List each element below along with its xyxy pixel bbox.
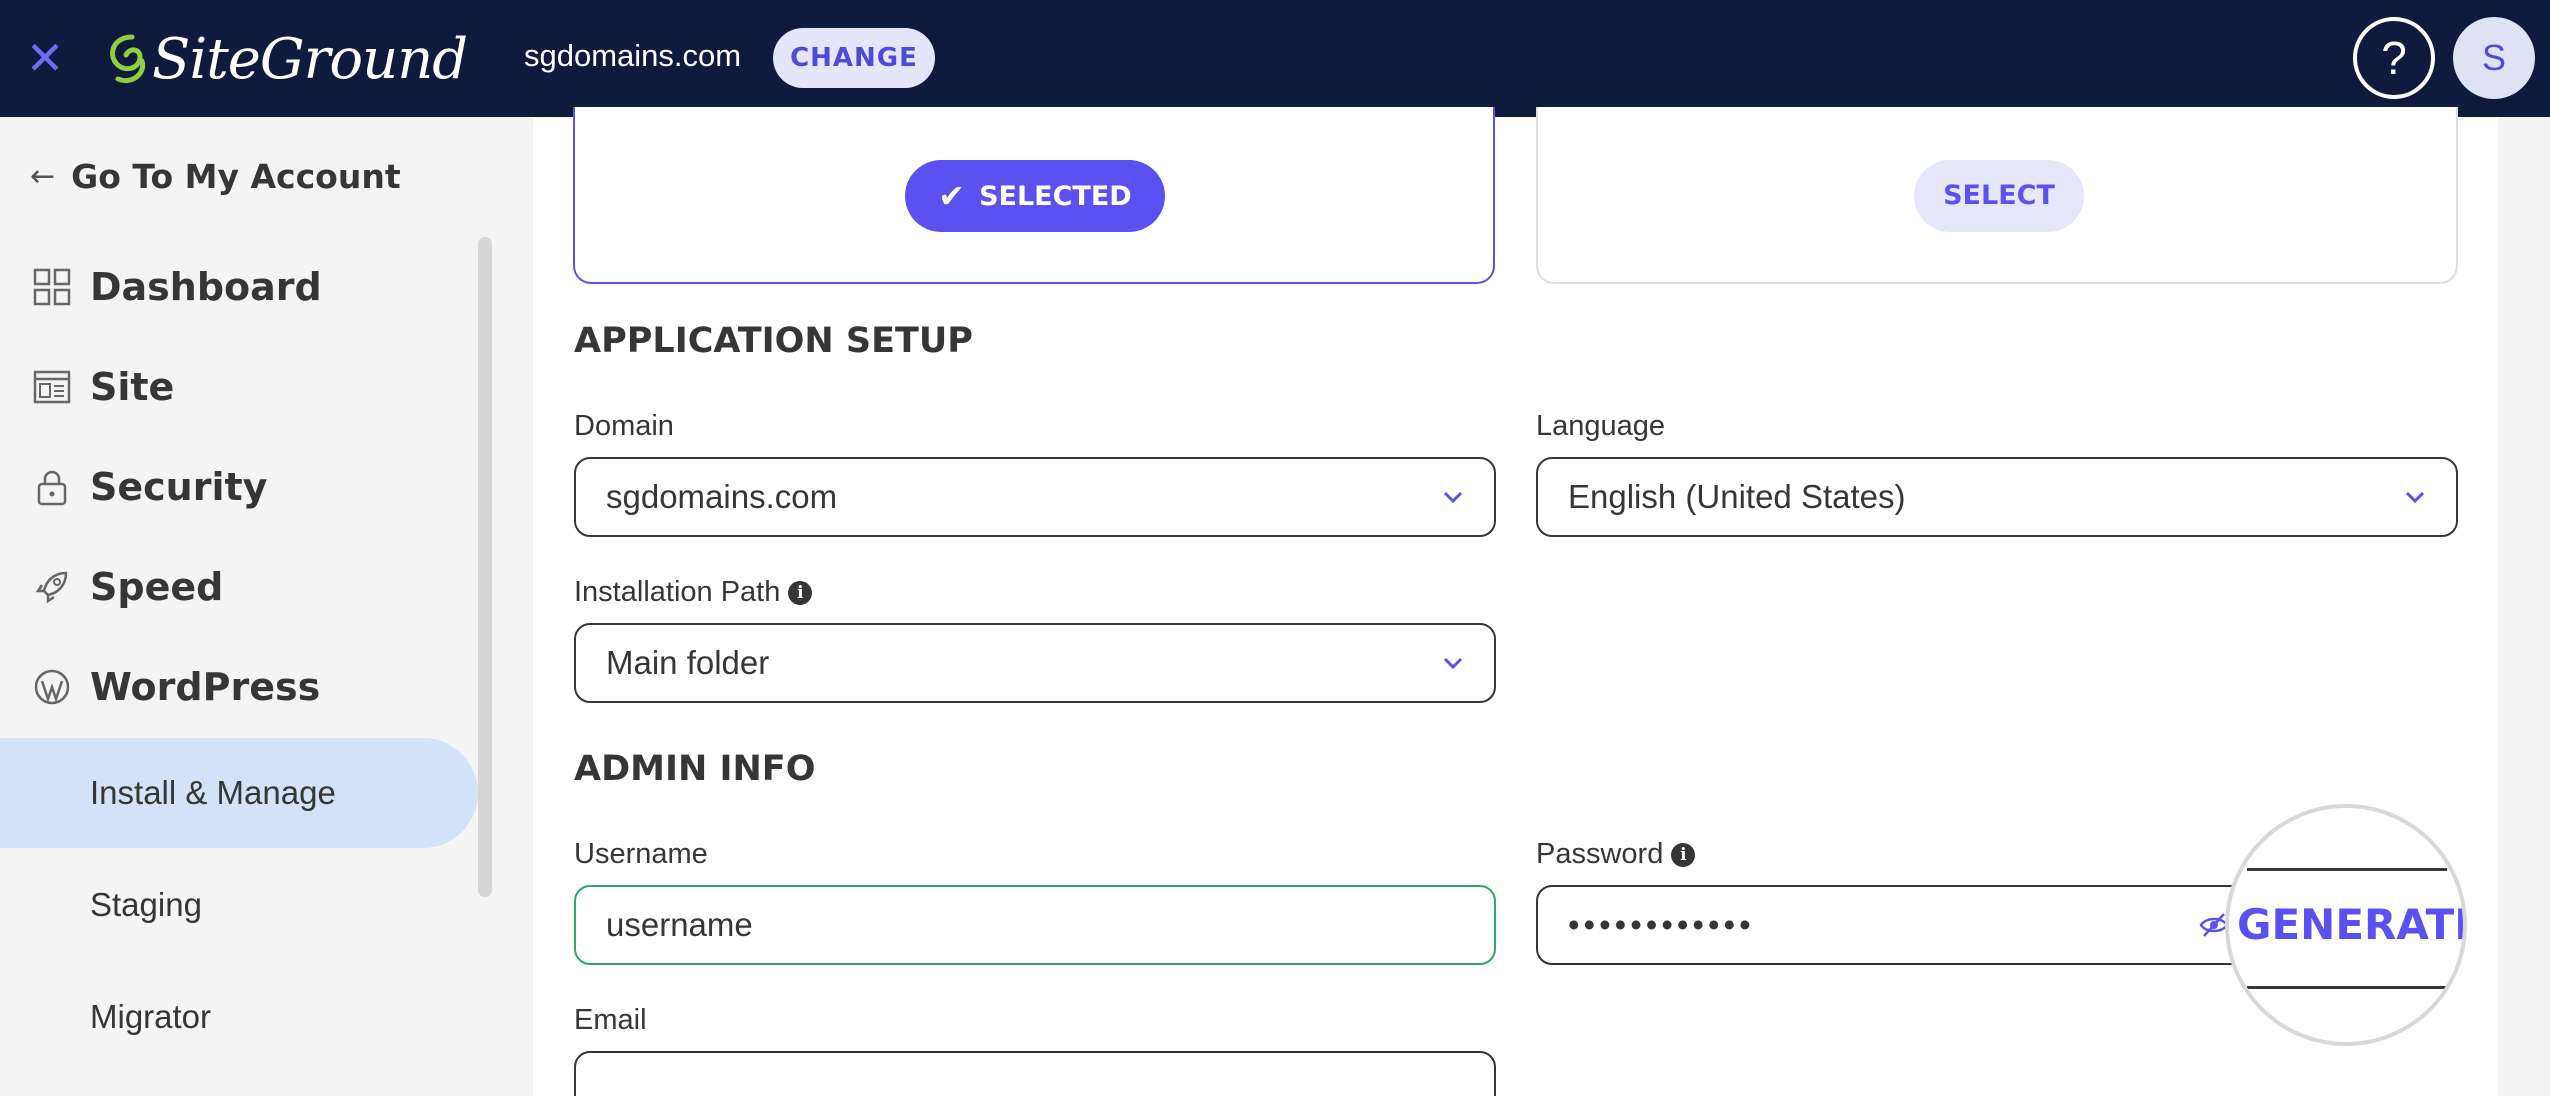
password-value: •••••••••••• bbox=[1568, 906, 1755, 943]
installation-path-value: Main folder bbox=[606, 644, 770, 681]
language-select[interactable]: English (United States) bbox=[1536, 457, 2458, 537]
username-input[interactable]: username bbox=[574, 885, 1496, 965]
sidebar-scrollbar[interactable] bbox=[478, 237, 492, 897]
sidebar-item-label: Site bbox=[90, 365, 175, 409]
sidebar-item-wordpress[interactable]: WordPress bbox=[32, 665, 320, 709]
help-button[interactable]: ? bbox=[2353, 17, 2435, 99]
option-card[interactable]: SELECT bbox=[1536, 107, 2458, 284]
sidebar-item-site[interactable]: Site bbox=[32, 365, 174, 409]
generate-password-button[interactable]: GENERATE bbox=[2237, 900, 2463, 949]
back-link-label: Go To My Account bbox=[71, 157, 401, 196]
selected-button[interactable]: ✔ SELECTED bbox=[905, 160, 1165, 232]
arrow-left-icon: ← bbox=[30, 159, 56, 194]
language-label-text: Language bbox=[1536, 410, 1666, 442]
username-value: username bbox=[606, 906, 753, 943]
installation-path-label-text: Installation Path bbox=[574, 576, 781, 608]
domain-label: Domain bbox=[574, 410, 674, 443]
sidebar-item-label: Dashboard bbox=[90, 265, 322, 309]
username-label: Username bbox=[574, 838, 708, 871]
close-icon[interactable]: ✕ bbox=[22, 30, 68, 86]
chevron-down-icon bbox=[1443, 657, 1463, 670]
domain-select[interactable]: sgdomains.com bbox=[574, 457, 1496, 537]
email-input[interactable] bbox=[574, 1051, 1496, 1096]
username-label-text: Username bbox=[574, 838, 708, 870]
chevron-down-icon bbox=[1443, 491, 1463, 504]
admin-info-title: ADMIN INFO bbox=[574, 749, 816, 789]
generate-highlight: GENERATE bbox=[2225, 804, 2467, 1046]
site-icon bbox=[33, 370, 71, 404]
checkmark-icon: ✔ bbox=[938, 177, 966, 215]
password-label: Password i bbox=[1536, 838, 1696, 871]
go-to-account-link[interactable]: ← Go To My Account bbox=[30, 157, 401, 196]
domain-label-text: Domain bbox=[574, 410, 674, 442]
logo-mark-icon bbox=[110, 34, 146, 83]
domain-select-value: sgdomains.com bbox=[606, 478, 838, 515]
selected-label: SELECTED bbox=[979, 180, 1132, 212]
sidebar-item-dashboard[interactable]: Dashboard bbox=[32, 265, 322, 309]
sidebar-subitem-staging[interactable]: Staging bbox=[0, 850, 478, 960]
input-border-line bbox=[2247, 868, 2447, 871]
application-setup-title: APPLICATION SETUP bbox=[574, 321, 973, 361]
rocket-icon bbox=[35, 571, 68, 604]
sidebar-item-label: WordPress bbox=[90, 665, 321, 709]
password-input[interactable]: •••••••••••• bbox=[1536, 885, 2256, 965]
sidebar-item-label: Security bbox=[90, 465, 268, 509]
email-label-text: Email bbox=[574, 1004, 647, 1036]
avatar[interactable]: S bbox=[2453, 17, 2535, 99]
installation-path-label: Installation Path i bbox=[574, 576, 813, 609]
installation-path-select[interactable]: Main folder bbox=[574, 623, 1496, 703]
language-select-value: English (United States) bbox=[1568, 478, 1906, 515]
top-bar: ✕ SiteGround sgdomains.com CHANGE ? S bbox=[0, 0, 2550, 117]
sidebar-item-speed[interactable]: Speed bbox=[32, 565, 223, 609]
change-domain-button[interactable]: CHANGE bbox=[773, 28, 935, 88]
email-label: Email bbox=[574, 1004, 647, 1037]
info-icon[interactable]: i bbox=[788, 580, 813, 605]
sidebar-subitem-install-manage[interactable]: Install & Manage bbox=[0, 738, 478, 848]
sidebar-item-security[interactable]: Security bbox=[32, 465, 267, 509]
lock-icon bbox=[37, 470, 67, 506]
sidebar-subitem-migrator[interactable]: Migrator bbox=[0, 962, 478, 1072]
input-border-line bbox=[2247, 986, 2447, 989]
wordpress-icon bbox=[34, 669, 70, 705]
chevron-down-icon bbox=[2405, 491, 2425, 504]
language-label: Language bbox=[1536, 410, 1665, 443]
info-icon[interactable]: i bbox=[1671, 842, 1696, 867]
sidebar: ← Go To My Account Dashboard Site Securi… bbox=[0, 117, 496, 1096]
select-button[interactable]: SELECT bbox=[1914, 160, 2084, 232]
dashboard-icon bbox=[33, 268, 71, 306]
option-card-selected[interactable]: ✔ SELECTED bbox=[573, 107, 1495, 284]
current-domain: sgdomains.com bbox=[524, 38, 742, 73]
sidebar-item-label: Speed bbox=[90, 565, 224, 609]
main-panel: ✔ SELECTED SELECT APPLICATION SETUP Doma… bbox=[533, 107, 2498, 1096]
password-label-text: Password bbox=[1536, 838, 1664, 870]
siteground-logo: SiteGround bbox=[102, 24, 468, 94]
logo-text: SiteGround bbox=[152, 26, 468, 92]
